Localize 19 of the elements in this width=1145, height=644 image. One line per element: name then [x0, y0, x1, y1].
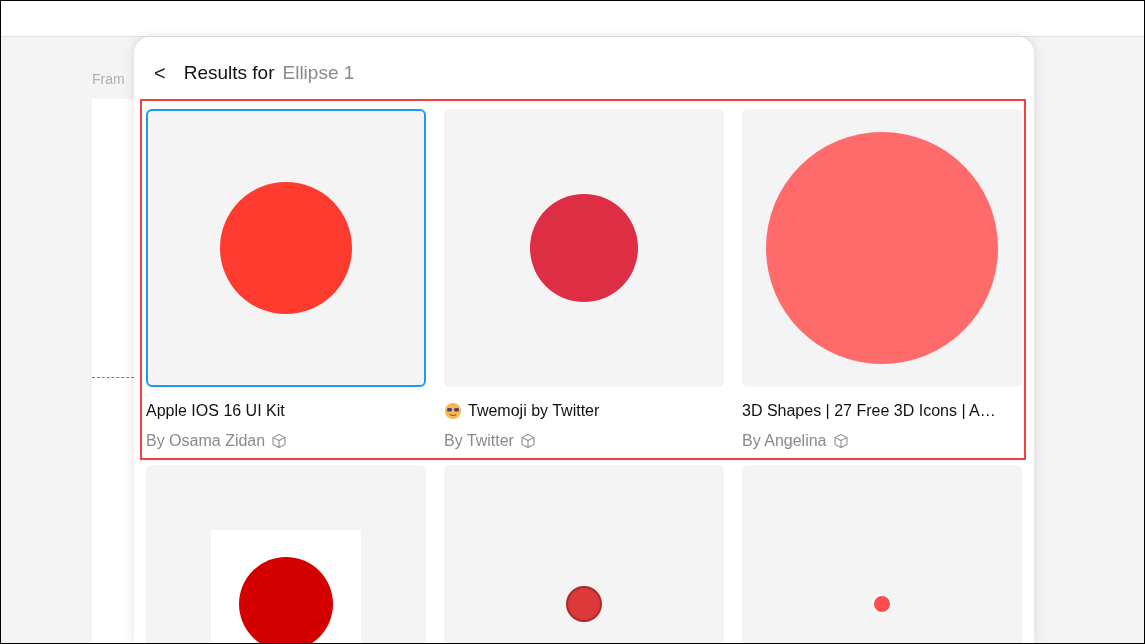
frame-label: Fram: [92, 70, 125, 89]
panel-title: Results for: [183, 60, 275, 85]
file-title: Apple IOS 16 UI Kit: [146, 401, 285, 421]
cube-icon: [519, 433, 536, 449]
author-name: By Osama Zidan: [146, 431, 266, 451]
preview-card[interactable]: [742, 109, 1022, 387]
sunglasses-face-icon: [444, 402, 462, 420]
author-name: By Angelina: [742, 431, 827, 451]
preview-card[interactable]: [444, 109, 724, 387]
back-button[interactable]: <: [154, 63, 166, 83]
cube-icon: [271, 433, 288, 449]
file-title: Twemoji by Twitter: [468, 401, 600, 421]
cube-icon: [832, 433, 849, 449]
circle-preview: [565, 585, 603, 623]
author-name: By Twitter: [444, 431, 514, 451]
search-query: Ellipse 1: [282, 60, 355, 85]
file-title: 3D Shapes | 27 Free 3D Icons | A…: [742, 401, 996, 421]
circle-preview: [871, 593, 893, 615]
preview-card[interactable]: [146, 109, 426, 387]
